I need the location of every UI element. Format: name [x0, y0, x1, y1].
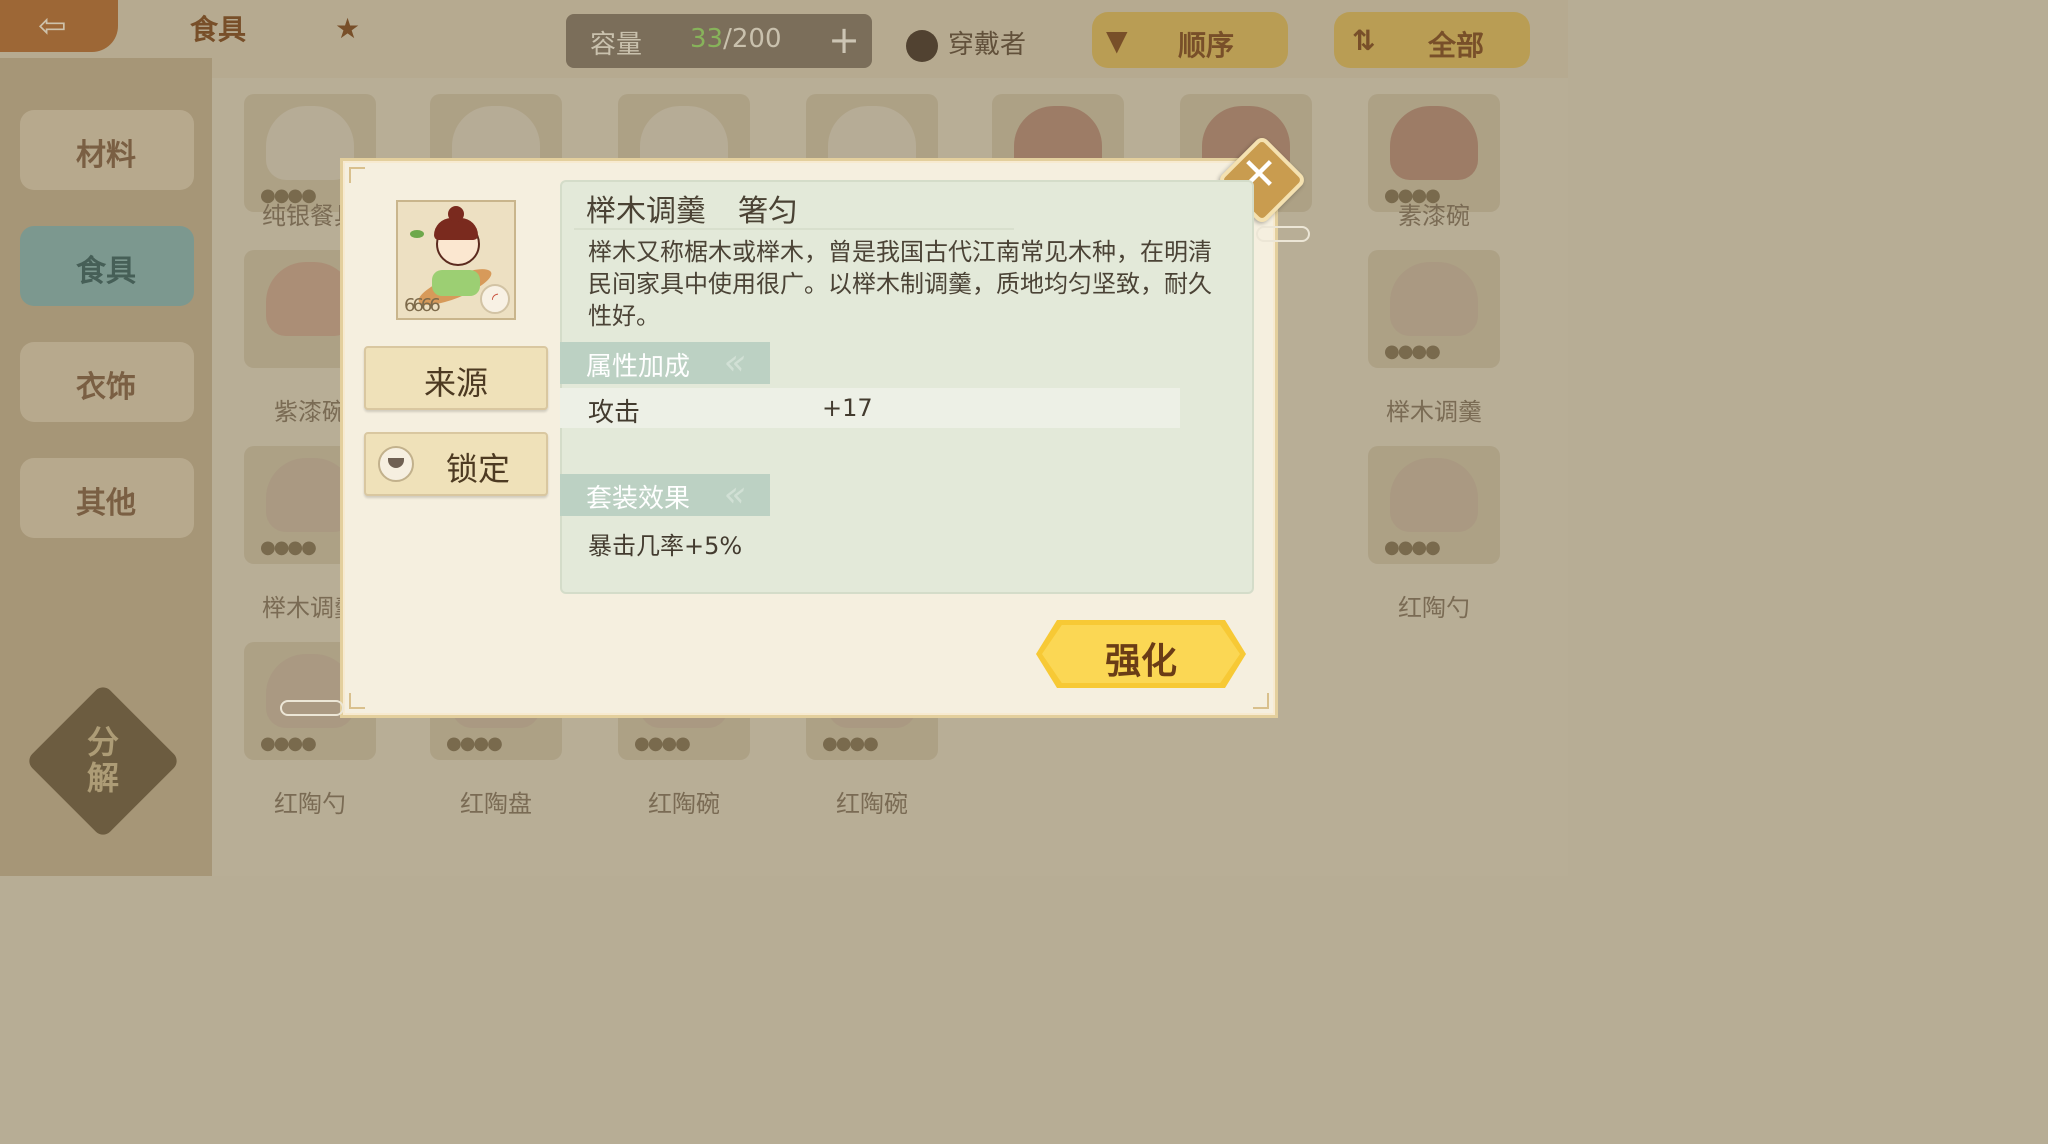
- spoon-type-icon: ◜: [480, 284, 510, 314]
- corner-ornament: [349, 693, 365, 709]
- corner-ornament: [349, 167, 365, 183]
- lock-button-label: 锁定: [445, 450, 510, 488]
- corner-ornament: [1253, 693, 1269, 709]
- chef-spoon-character-icon: [428, 206, 484, 274]
- chevron-left-icon: «: [724, 342, 746, 383]
- item-description: 榉木又称椐木或榉木，曾是我国古代江南常见木种，在明清民间家具中使用很广。以榉木制…: [588, 238, 1212, 330]
- cloud-ornament: [280, 700, 344, 716]
- attribute-value: +17: [822, 394, 873, 422]
- attributes-section-header: 属性加成 «: [560, 342, 770, 384]
- item-portrait: 6666 ◜: [396, 200, 516, 320]
- enhance-button-label: 强化: [1104, 641, 1177, 682]
- cloud-ornament: [1256, 226, 1310, 242]
- attribute-name: 攻击: [588, 398, 641, 428]
- leaf-icon: [410, 230, 424, 238]
- enhance-button[interactable]: 强化: [1036, 620, 1246, 688]
- set-effect-section-header: 套装效果 «: [560, 474, 770, 516]
- set-effect-text: 暴击几率+5%: [588, 532, 743, 560]
- item-name: 榉木调羹: [586, 194, 706, 229]
- set-effect-title: 套装效果: [586, 484, 691, 514]
- chevron-left-icon: «: [724, 474, 746, 515]
- character-bun: [448, 206, 464, 222]
- source-button[interactable]: 来源: [364, 346, 548, 410]
- item-stars: 6666: [404, 295, 441, 316]
- attributes-title: 属性加成: [586, 352, 691, 382]
- source-button-label: 来源: [423, 364, 488, 402]
- title-divider: [574, 228, 1014, 230]
- lock-button[interactable]: 锁定: [364, 432, 548, 496]
- item-title: 榉木调羹 箸匀: [586, 186, 798, 230]
- item-type: 箸匀: [738, 194, 798, 229]
